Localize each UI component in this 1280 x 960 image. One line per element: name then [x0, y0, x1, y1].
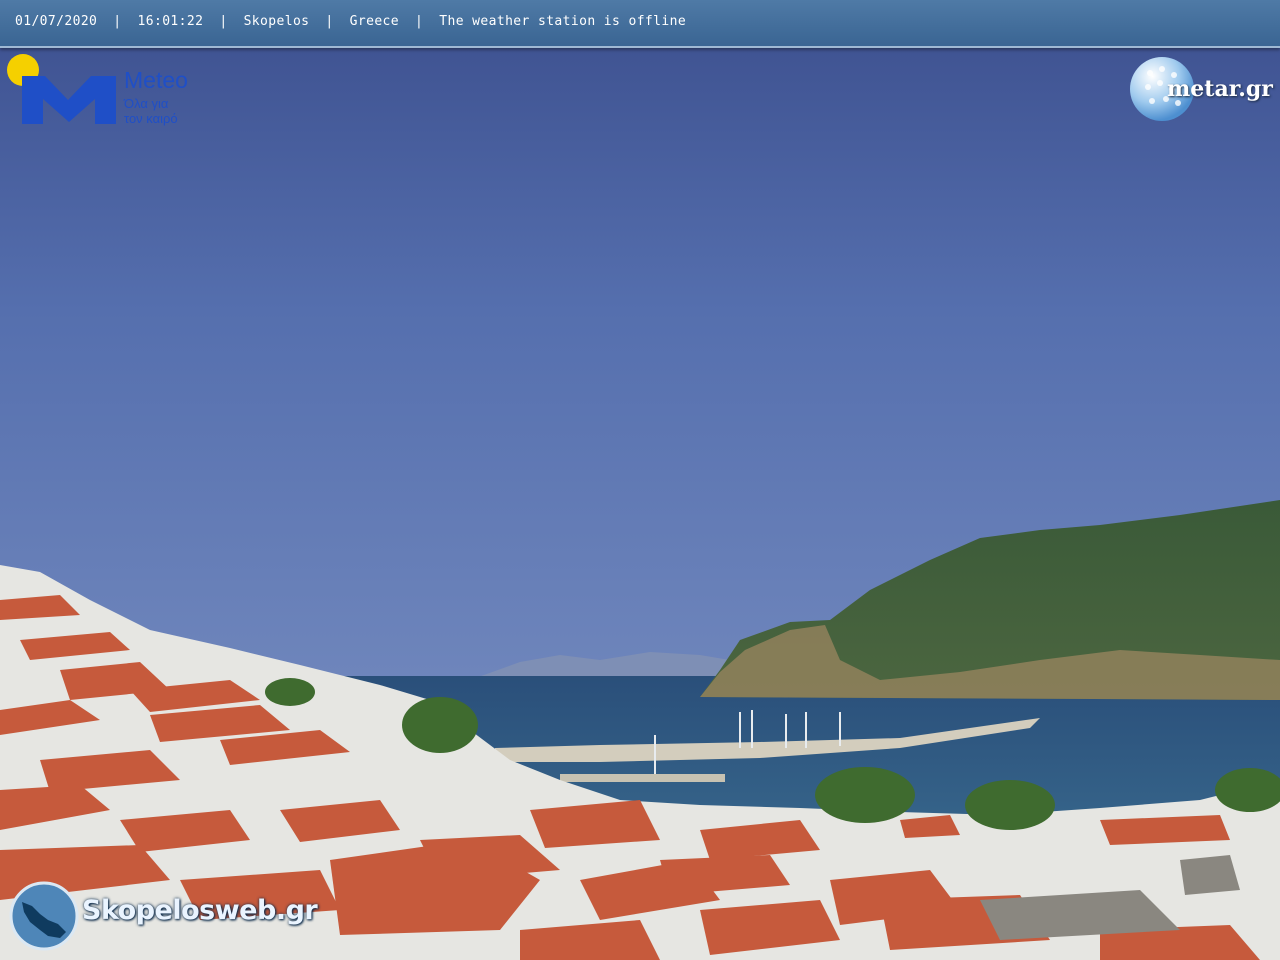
- date-text: 01/07/2020: [15, 14, 98, 29]
- status-text: 01/07/2020 | 16:01:22 | Skopelos | Greece | The …: [15, 14, 686, 29]
- meteo-logo-tagline: Όλα για τον καιρό: [124, 96, 214, 126]
- marina-pier: [560, 774, 725, 782]
- separator: |: [325, 14, 334, 29]
- webcam-scene: [0, 0, 1280, 960]
- skopelosweb-logo-name: Skopelosweb.gr: [82, 895, 318, 926]
- metar-logo-name: metar.gr: [1167, 76, 1273, 102]
- status-bar: 01/07/2020 | 16:01:22 | Skopelos | Greece | The …: [0, 0, 1280, 48]
- m-letter-icon: [22, 76, 116, 124]
- station-status-text: The weather station is offline: [439, 14, 687, 29]
- separator: |: [113, 14, 122, 29]
- country-text: Greece: [349, 14, 400, 29]
- meteo-tagline-line-2: τον καιρό: [124, 111, 178, 126]
- separator: |: [219, 14, 228, 29]
- meteo-tagline-line-1: Όλα για: [124, 96, 169, 111]
- meteo-logo-name: Meteo: [124, 67, 188, 93]
- separator: |: [415, 14, 424, 29]
- time-text: 16:01:22: [137, 14, 204, 29]
- skopelos-island-logo-icon: [9, 881, 79, 951]
- location-text: Skopelos: [243, 14, 310, 29]
